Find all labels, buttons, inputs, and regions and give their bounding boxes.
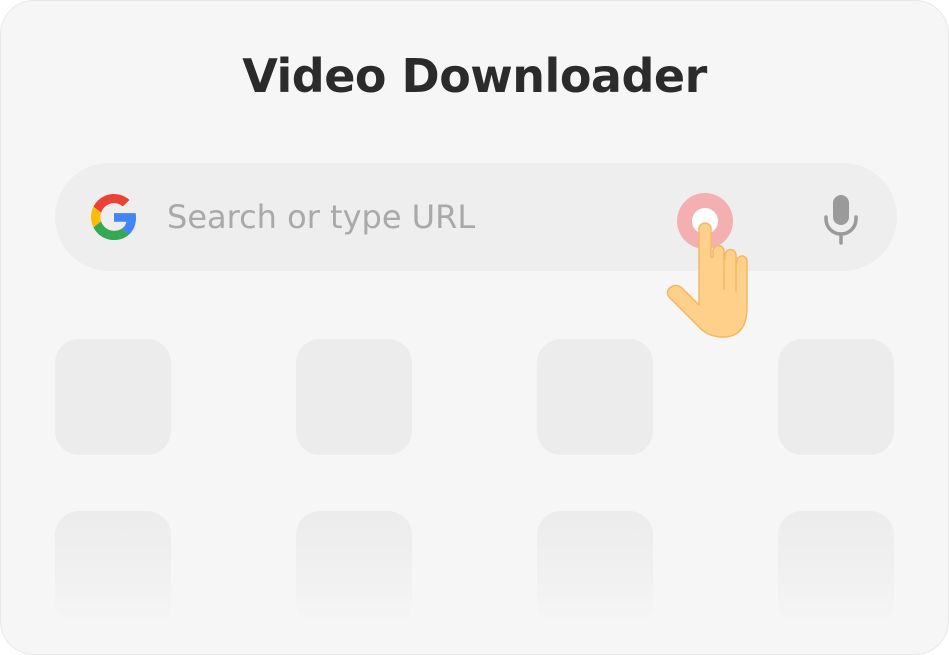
search-bar[interactable] <box>55 163 897 271</box>
shortcut-tile[interactable] <box>778 511 894 627</box>
shortcut-tile[interactable] <box>537 511 653 627</box>
shortcut-tile[interactable] <box>296 511 412 627</box>
shortcut-tile[interactable] <box>778 339 894 455</box>
hand-pointer-icon <box>666 193 748 338</box>
app-window: Video Downloader <box>0 0 949 655</box>
shortcut-tile[interactable] <box>55 339 171 455</box>
shortcut-tile[interactable] <box>537 339 653 455</box>
page-title: Video Downloader <box>242 49 707 103</box>
microphone-icon[interactable] <box>821 193 861 245</box>
search-input[interactable] <box>167 189 647 245</box>
google-g-icon <box>91 194 137 240</box>
shortcut-tile[interactable] <box>55 511 171 627</box>
shortcut-tile[interactable] <box>296 339 412 455</box>
